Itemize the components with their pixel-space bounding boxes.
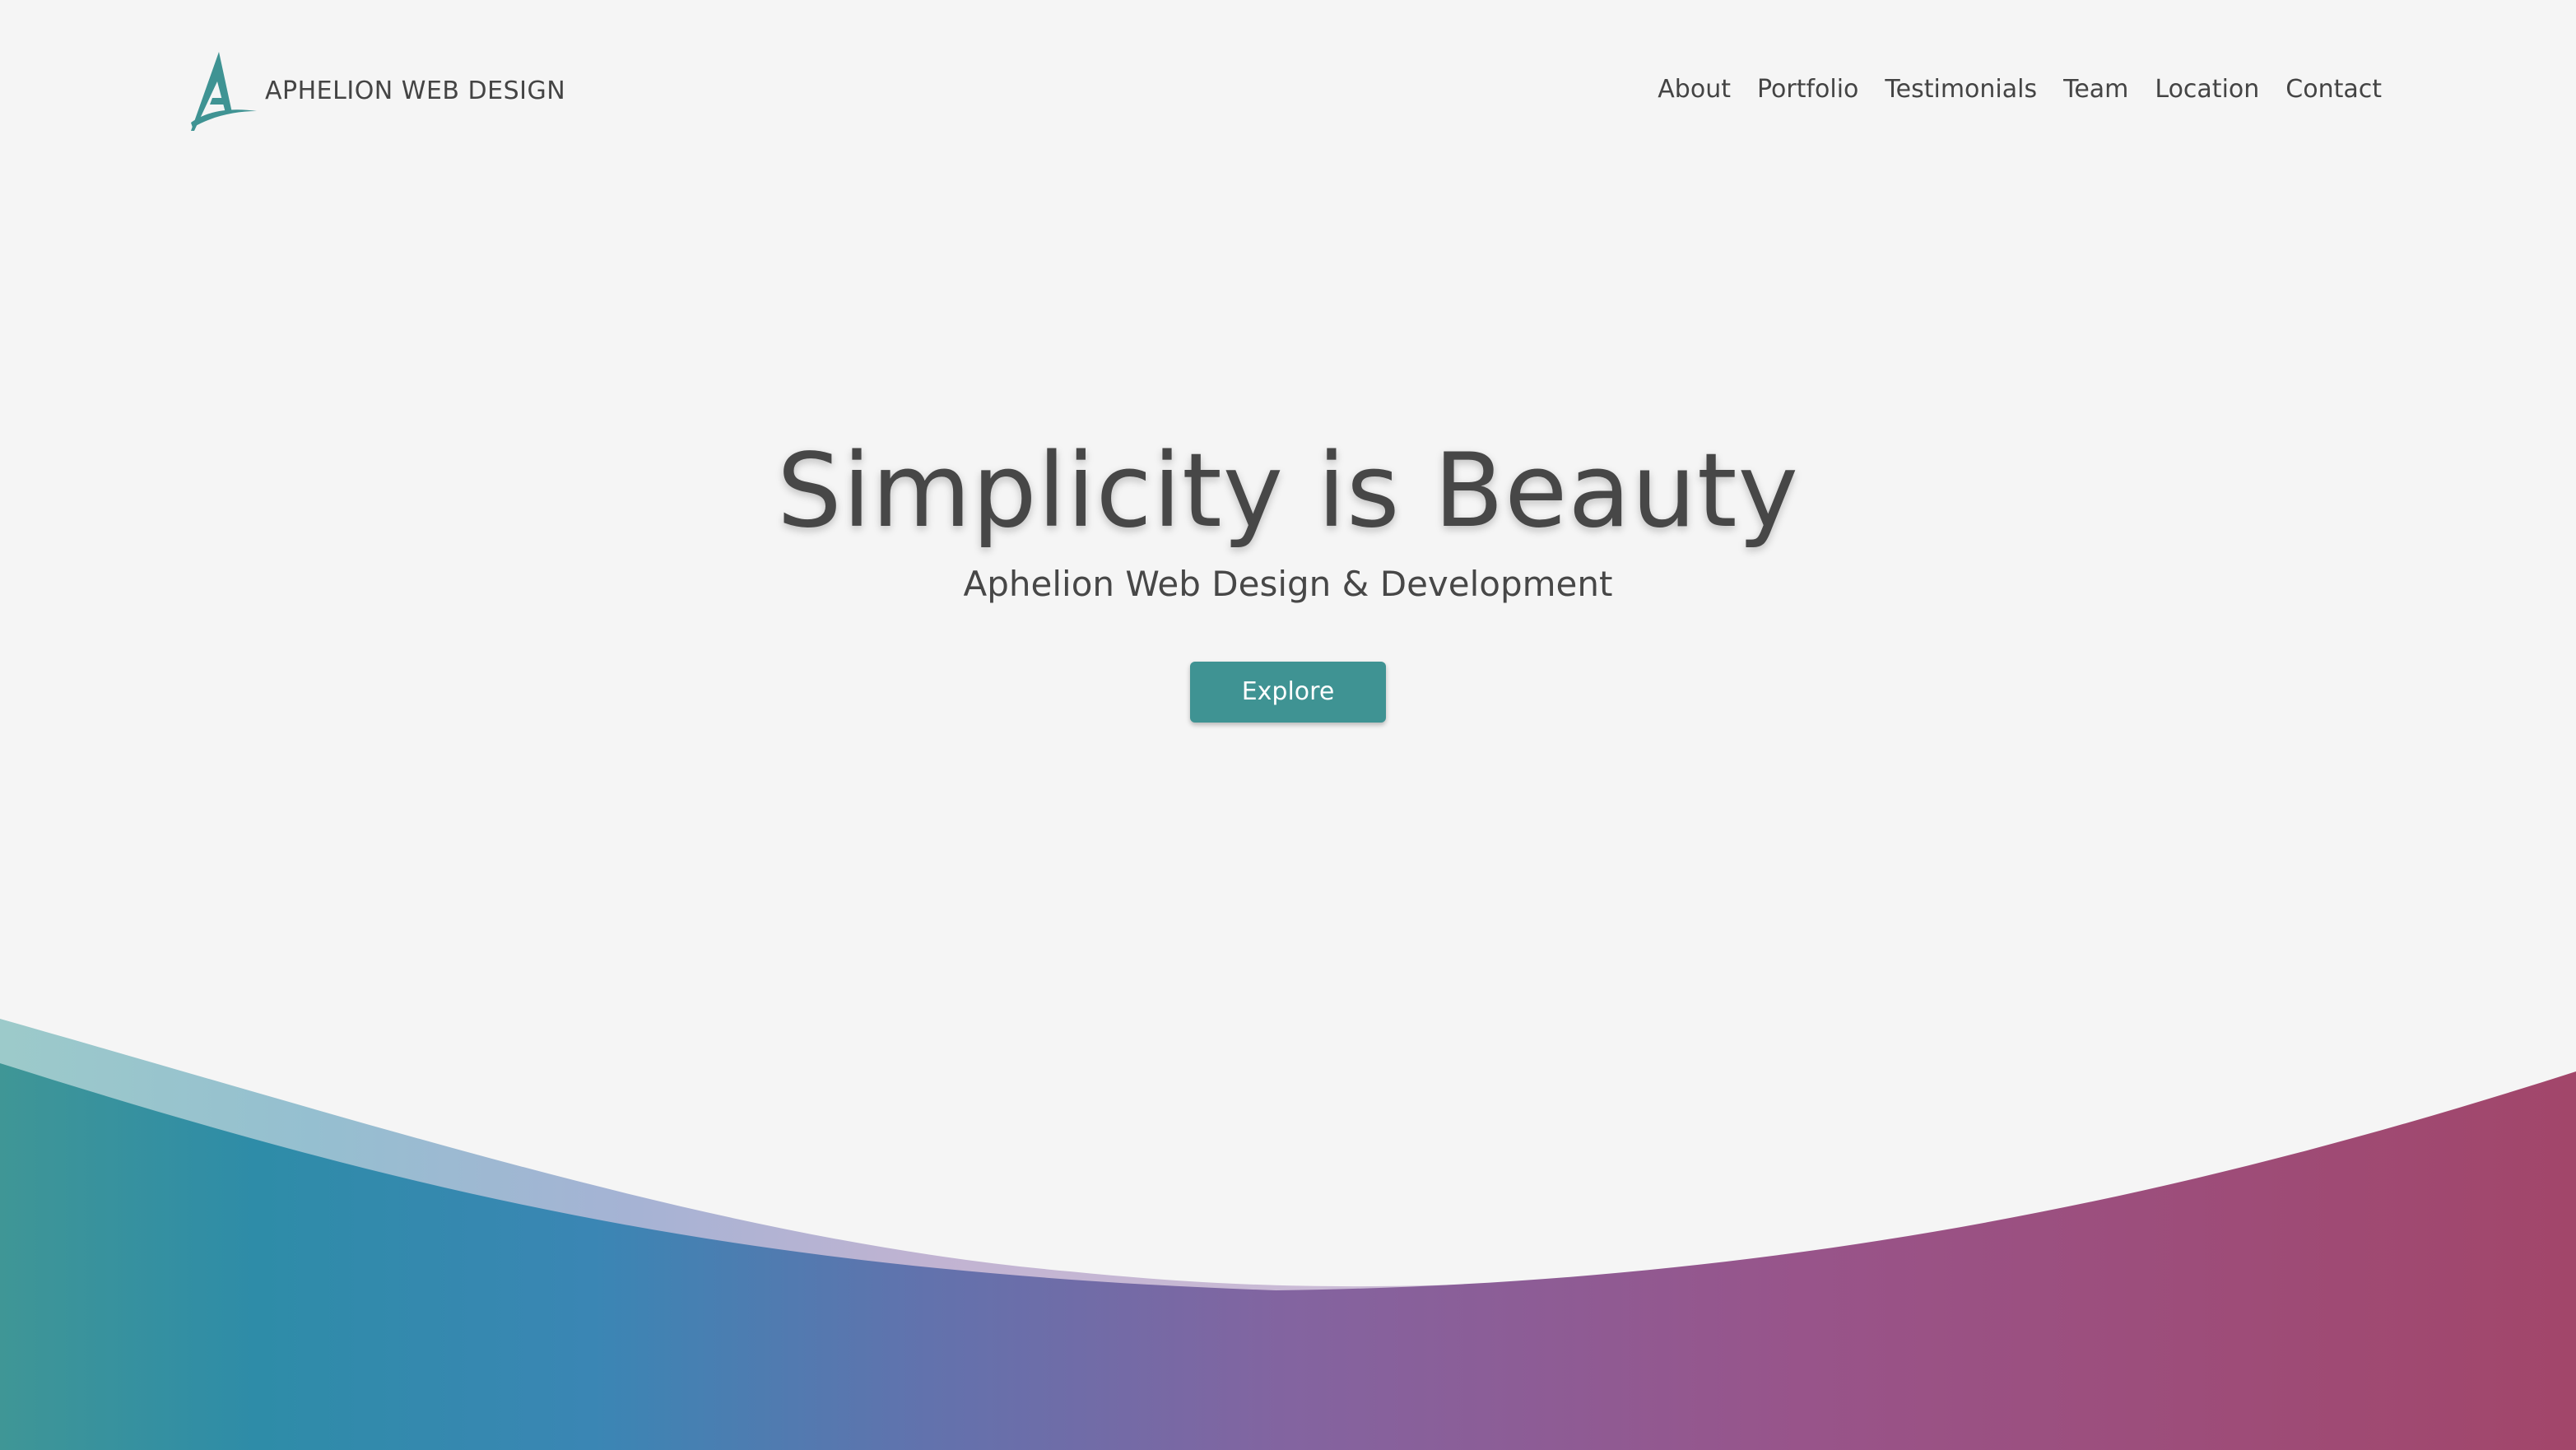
nav-portfolio-link[interactable]: Portfolio <box>1757 71 1858 109</box>
landing-page: APHELION WEB DESIGN About Portfolio Test… <box>0 0 2576 1450</box>
aphelion-a-logo-icon <box>191 52 257 131</box>
nav-contact-link[interactable]: Contact <box>2285 71 2382 109</box>
hero-subtitle: Aphelion Web Design & Development <box>963 564 1613 604</box>
nav-about-link[interactable]: About <box>1658 71 1731 109</box>
hero-wave-decoration <box>0 1019 2576 1450</box>
main-navigation: About Portfolio Testimonials Team Locati… <box>1631 71 2382 109</box>
explore-button[interactable]: Explore <box>1190 662 1386 723</box>
brand[interactable]: APHELION WEB DESIGN <box>184 46 565 137</box>
brand-name: APHELION WEB DESIGN <box>265 77 566 105</box>
nav-location-link[interactable]: Location <box>2155 71 2259 109</box>
hero-title: Simplicity is Beauty <box>776 432 1800 551</box>
nav-testimonials-link[interactable]: Testimonials <box>1885 71 2037 109</box>
nav-team-link[interactable]: Team <box>2063 71 2128 109</box>
